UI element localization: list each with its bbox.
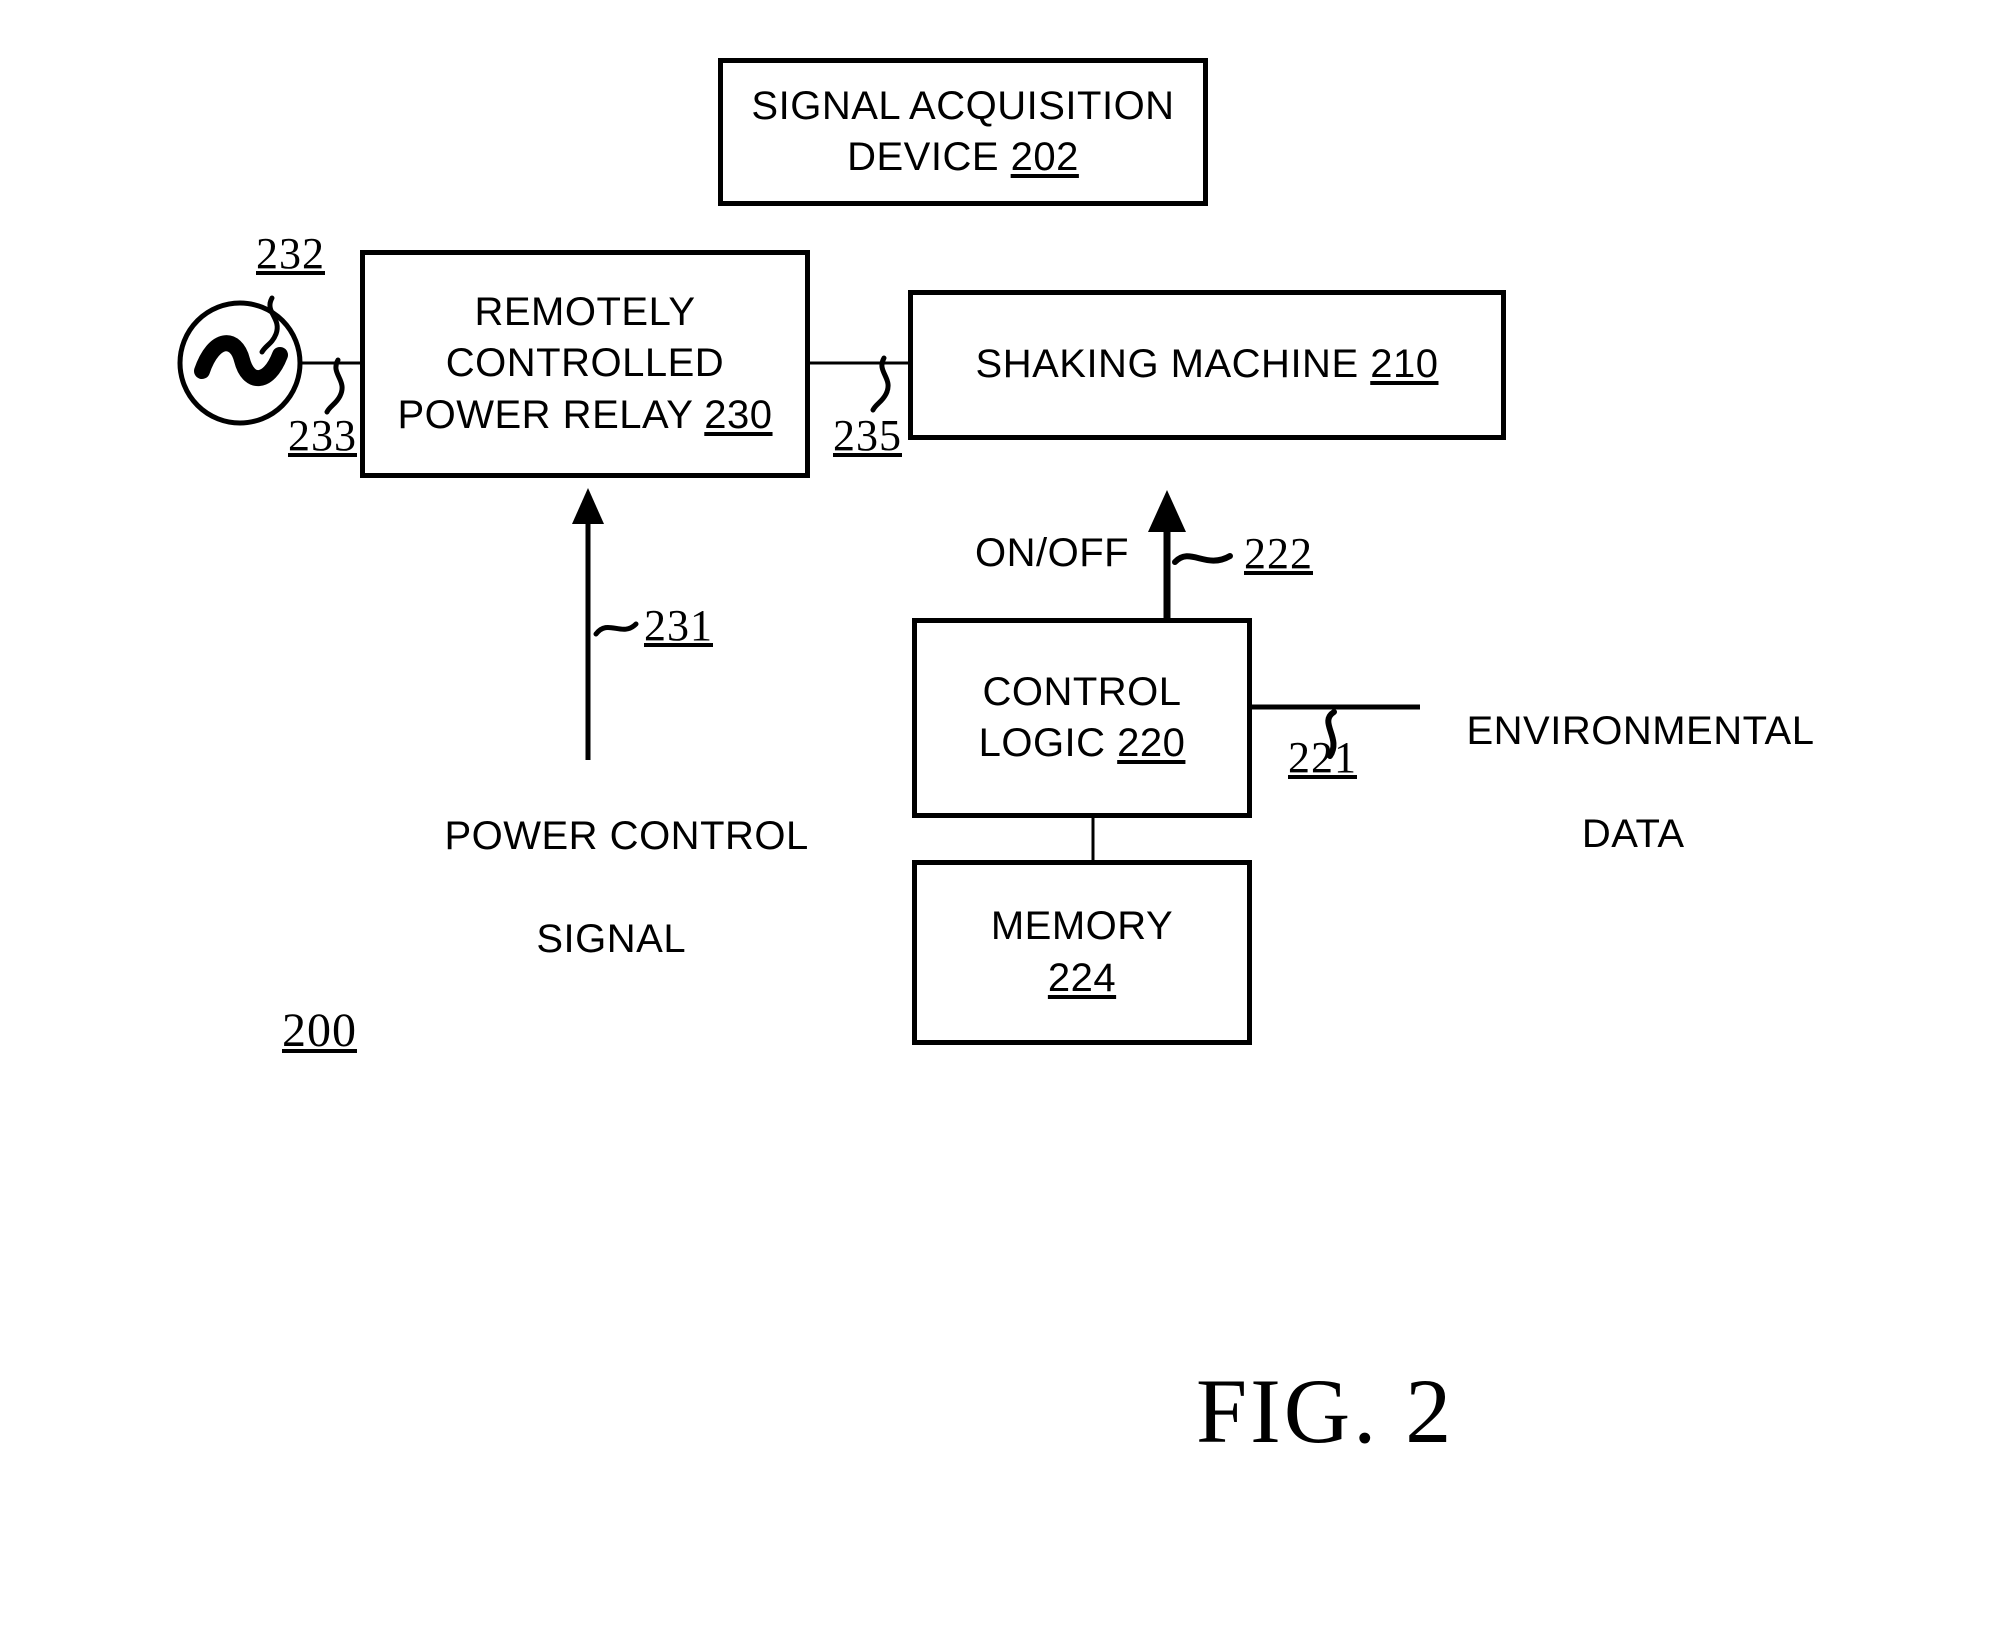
power-relay-ref: 230 xyxy=(704,392,773,437)
figure-caption: FIG. 2 xyxy=(1196,1360,1455,1462)
environmental-data-line2: DATA xyxy=(1581,811,1685,856)
power-control-signal-arrow-head xyxy=(572,488,604,524)
ref-233: 233 xyxy=(288,411,357,460)
power-relay-line1: REMOTELY xyxy=(474,290,696,335)
leader-235 xyxy=(870,355,891,413)
onoff-arrow-head xyxy=(1148,490,1186,532)
leader-232 xyxy=(259,295,280,355)
ref-222: 222 xyxy=(1244,529,1313,578)
onoff-label: ON/OFF xyxy=(975,531,1130,575)
figure-canvas: SIGNAL ACQUISITION DEVICE 202 REMOTELY C… xyxy=(0,0,1994,1652)
environmental-data-line1: ENVIRONMENTAL xyxy=(1466,709,1815,754)
shaking-machine-box[interactable]: SHAKING MACHINE 210 xyxy=(908,290,1506,440)
power-control-signal-label: POWER CONTROL SIGNAL xyxy=(398,760,808,1016)
ref-232: 232 xyxy=(256,229,325,278)
shaking-machine-label: SHAKING MACHINE xyxy=(975,342,1371,387)
power-control-signal-line1: POWER CONTROL xyxy=(444,814,809,859)
signal-acquisition-device-line1: SIGNAL ACQUISITION xyxy=(751,83,1175,128)
ac-power-source-icon xyxy=(177,300,303,426)
power-control-signal-line2: SIGNAL xyxy=(536,916,687,961)
memory-ref: 224 xyxy=(1047,955,1117,1000)
ref-221: 221 xyxy=(1288,733,1357,782)
memory-box[interactable]: MEMORY 224 xyxy=(912,860,1252,1045)
signal-acquisition-device-line2: DEVICE xyxy=(847,135,1011,179)
memory-label: MEMORY xyxy=(990,904,1174,949)
ac-sine-wave-icon xyxy=(194,335,288,386)
shaking-machine-ref: 210 xyxy=(1370,342,1439,387)
ref-235: 235 xyxy=(833,411,902,460)
ref-231: 231 xyxy=(644,601,713,650)
control-logic-ref: 220 xyxy=(1117,721,1186,765)
leader-231 xyxy=(593,621,639,637)
control-logic-line2: LOGIC xyxy=(978,721,1118,765)
control-logic-line1: CONTROL xyxy=(982,669,1182,714)
remotely-controlled-power-relay-box[interactable]: REMOTELY CONTROLLED POWER RELAY 230 xyxy=(360,250,810,478)
signal-acquisition-device-ref: 202 xyxy=(1010,135,1079,179)
control-logic-box[interactable]: CONTROL LOGIC 220 xyxy=(912,618,1252,818)
leader-222 xyxy=(1172,553,1233,565)
power-relay-line3: POWER RELAY xyxy=(397,392,705,437)
leader-233 xyxy=(324,357,345,415)
signal-acquisition-device-box[interactable]: SIGNAL ACQUISITION DEVICE 202 xyxy=(718,58,1208,206)
ref-200: 200 xyxy=(282,1004,357,1057)
power-relay-line2: CONTROLLED xyxy=(445,341,725,386)
environmental-data-label: ENVIRONMENTAL DATA xyxy=(1420,655,1814,911)
